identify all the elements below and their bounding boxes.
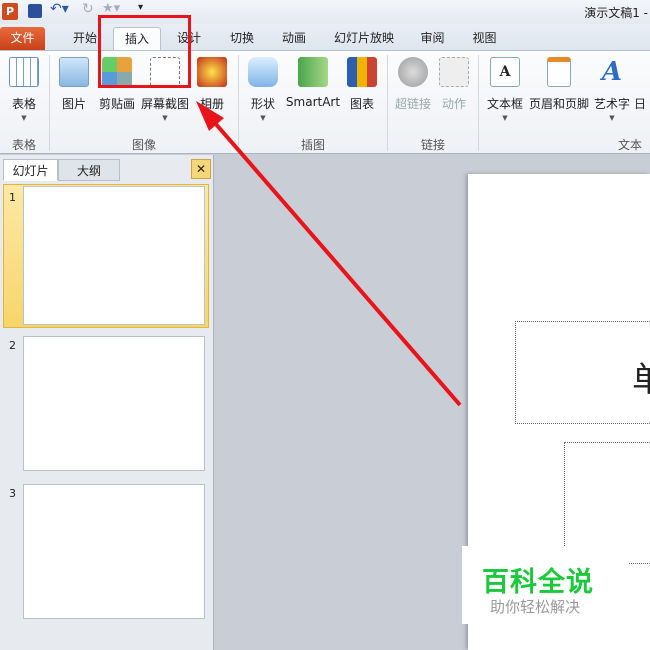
red-arrow — [196, 101, 462, 407]
